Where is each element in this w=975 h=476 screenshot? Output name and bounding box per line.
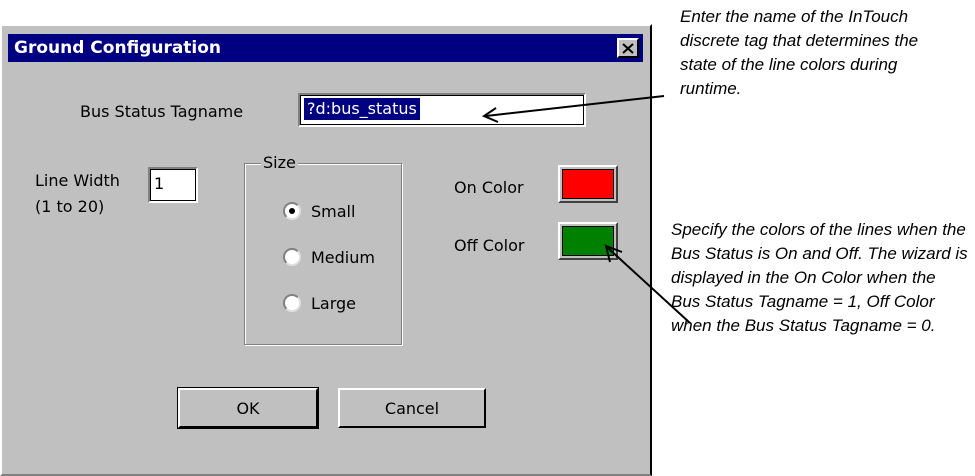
tagname-callout-arrow (481, 95, 665, 123)
color-callout-arrow (604, 244, 691, 324)
callout-arrows (481, 95, 691, 324)
